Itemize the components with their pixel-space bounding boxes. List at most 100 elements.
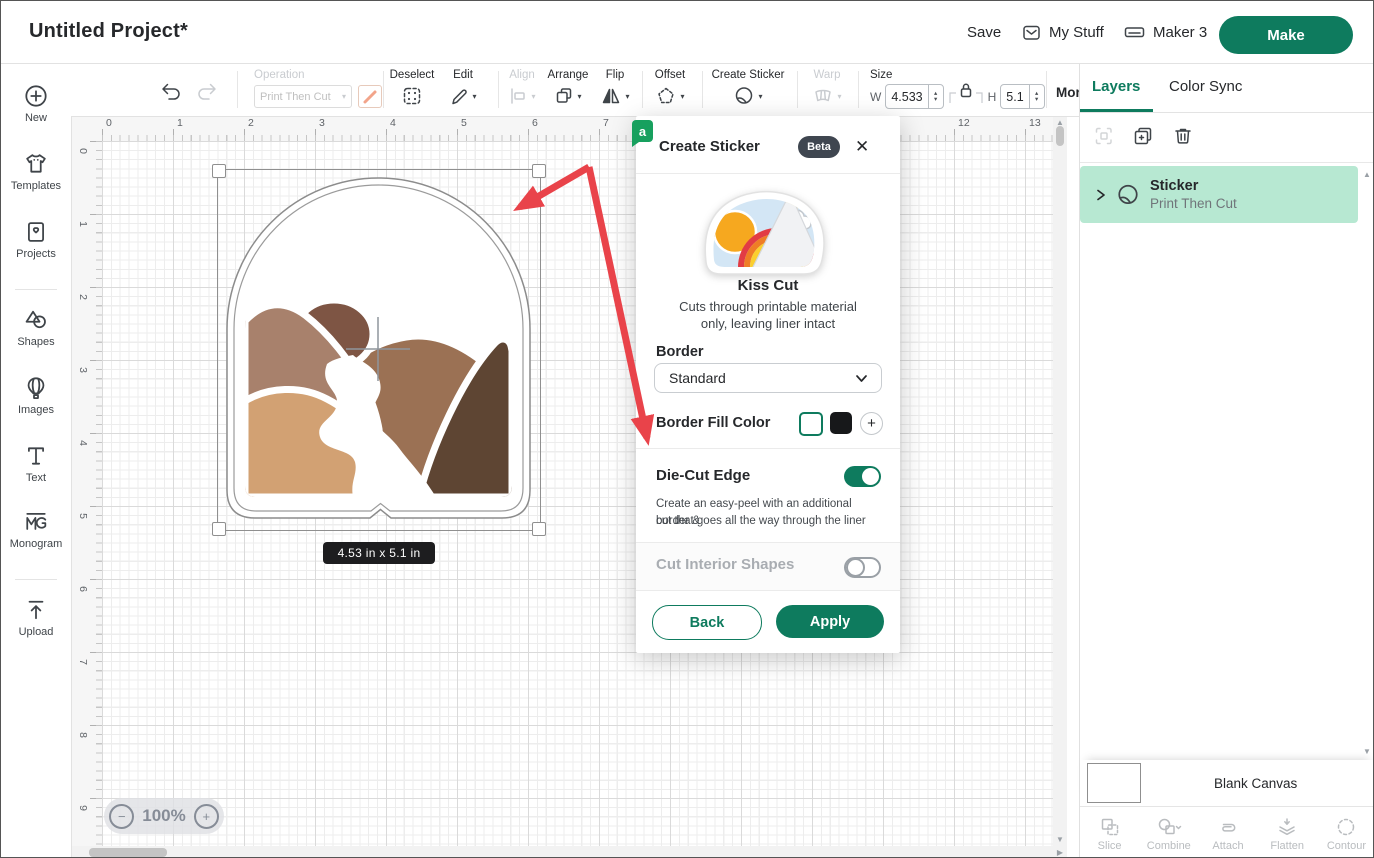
selection-handle-top-right[interactable]	[532, 164, 546, 178]
add-color-button[interactable]: +	[860, 412, 883, 435]
sidebar-item-label: Upload	[1, 626, 71, 638]
annotation-badge-letter: a	[639, 124, 646, 139]
sidebar-item-shapes[interactable]: Shapes	[1, 307, 71, 348]
die-cut-edge-toggle[interactable]	[844, 466, 881, 487]
duplicate-button[interactable]	[1132, 125, 1154, 147]
sidebar-item-projects[interactable]: Projects	[1, 219, 71, 260]
horizontal-scrollbar-thumb[interactable]	[89, 848, 167, 857]
sidebar-item-label: Shapes	[1, 336, 71, 348]
blank-canvas-swatch[interactable]	[1087, 763, 1141, 803]
vertical-scrollbar-thumb[interactable]	[1056, 126, 1064, 146]
save-button[interactable]: Save	[967, 1, 1001, 63]
size-lock-icon[interactable]	[948, 79, 984, 105]
stepper-down-icon[interactable]: ▾	[934, 97, 937, 103]
attach-button[interactable]: Attach	[1198, 807, 1257, 858]
tab-color-sync[interactable]: Color Sync	[1169, 78, 1242, 95]
sticker-layer-icon	[1116, 183, 1140, 207]
machine-icon	[1123, 22, 1146, 43]
layers-scroll-up-icon[interactable]: ▲	[1363, 170, 1371, 179]
make-button[interactable]: Make	[1219, 16, 1353, 54]
height-stepper[interactable]: ▴ ▾	[1029, 85, 1044, 108]
sidebar-item-text[interactable]: Text	[1, 443, 71, 484]
arrange-label: Arrange	[543, 69, 593, 81]
my-stuff-button[interactable]: My Stuff	[1021, 1, 1104, 63]
dialog-divider	[636, 542, 900, 543]
offset-button[interactable]: Offset ▾	[647, 69, 693, 107]
vertical-ruler: 0123456789	[71, 141, 103, 846]
width-input[interactable]: 4.533 ▴ ▾	[885, 84, 943, 109]
cut-interior-shapes-toggle[interactable]	[844, 557, 881, 578]
selection-handle-bottom-left[interactable]	[212, 522, 226, 536]
sidebar-item-new[interactable]: New	[1, 83, 71, 124]
create-sticker-button[interactable]: Create Sticker ▾	[709, 69, 787, 107]
undo-button[interactable]	[159, 81, 183, 101]
zoom-in-button[interactable]: +	[194, 804, 219, 829]
layers-panel: Layers Color Sync	[1079, 63, 1374, 858]
align-button[interactable]: Align ▾	[501, 69, 543, 107]
flip-button[interactable]: Flip ▾	[598, 69, 632, 107]
design-canvas[interactable]: 012345678910111213 0123456789	[71, 116, 1067, 858]
stepper-down-icon[interactable]: ▾	[1035, 97, 1038, 103]
redo-button[interactable]	[195, 81, 219, 101]
vertical-scrollbar[interactable]: ▲ ▼	[1053, 116, 1067, 846]
sidebar-item-images[interactable]: Images	[1, 375, 71, 416]
layer-row-sticker[interactable]: Sticker Print Then Cut	[1080, 166, 1358, 223]
chevron-right-icon[interactable]	[1094, 187, 1108, 203]
delete-layer-button[interactable]	[1172, 125, 1194, 147]
close-icon[interactable]: ✕	[853, 135, 871, 159]
border-dropdown[interactable]: Standard	[654, 363, 882, 393]
border-fill-white-swatch[interactable]	[799, 412, 823, 436]
sidebar-item-monogram[interactable]: Monogram	[1, 509, 71, 550]
print-color-swatch[interactable]	[358, 85, 382, 108]
attach-icon	[1217, 816, 1239, 838]
warp-button[interactable]: Warp ▾	[805, 69, 849, 107]
edit-button[interactable]: Edit ▾	[443, 69, 483, 107]
dialog-divider	[636, 590, 900, 591]
dialog-divider	[636, 448, 900, 449]
height-input[interactable]: 5.1 ▴ ▾	[1000, 84, 1044, 109]
slice-button[interactable]: Slice	[1080, 807, 1139, 858]
blank-canvas-row[interactable]: Blank Canvas	[1080, 760, 1374, 806]
flatten-button[interactable]: Flatten	[1258, 807, 1317, 858]
back-button[interactable]: Back	[652, 605, 762, 640]
layers-scroll-down-icon[interactable]: ▼	[1363, 747, 1371, 756]
toolbar-divider	[797, 71, 798, 108]
scroll-right-icon[interactable]: ▶	[1057, 848, 1063, 857]
h-ruler-number: 6	[532, 117, 538, 129]
horizontal-scrollbar[interactable]: ▶	[71, 846, 1067, 858]
machine-label: Maker 3	[1153, 24, 1207, 41]
deselect-button[interactable]: Deselect	[386, 69, 438, 107]
zoom-out-button[interactable]: −	[109, 804, 134, 829]
selection-handle-bottom-right[interactable]	[532, 522, 546, 536]
machine-select-button[interactable]: Maker 3	[1123, 1, 1207, 63]
combine-button[interactable]: Combine	[1139, 807, 1198, 858]
dialog-title: Create Sticker	[659, 138, 760, 155]
chevron-down-icon: ▾	[531, 92, 535, 101]
select-all-button[interactable]	[1093, 125, 1115, 147]
sidebar-item-templates[interactable]: Templates	[1, 151, 71, 192]
operation-dropdown[interactable]: Print Then Cut ▾	[254, 85, 352, 108]
border-value: Standard	[669, 370, 726, 386]
border-fill-black-swatch[interactable]	[830, 412, 852, 434]
selection-handle-top-left[interactable]	[212, 164, 226, 178]
chevron-down-icon: ▾	[472, 92, 476, 101]
h-ruler-number: 13	[1029, 117, 1041, 129]
scroll-down-icon[interactable]: ▼	[1056, 835, 1064, 844]
selection-box[interactable]	[217, 169, 541, 531]
apply-button[interactable]: Apply	[776, 605, 884, 638]
sidebar-item-label: Text	[1, 472, 71, 484]
action-label: Contour	[1327, 840, 1366, 852]
operation-group: Operation Print Then Cut ▾	[254, 69, 382, 108]
duplicate-icon	[1132, 125, 1154, 147]
tab-layers[interactable]: Layers	[1092, 78, 1140, 95]
projects-icon	[23, 219, 49, 245]
contour-button[interactable]: Contour	[1317, 807, 1374, 858]
sidebar-item-label: Monogram	[1, 538, 71, 550]
combine-icon	[1156, 816, 1182, 838]
arrange-button[interactable]: Arrange ▾	[543, 69, 593, 107]
shapes-icon	[23, 307, 49, 333]
width-stepper[interactable]: ▴ ▾	[928, 85, 943, 108]
sidebar-item-upload[interactable]: Upload	[1, 597, 71, 638]
layer-name: Sticker	[1150, 178, 1237, 194]
action-label: Combine	[1147, 840, 1191, 852]
